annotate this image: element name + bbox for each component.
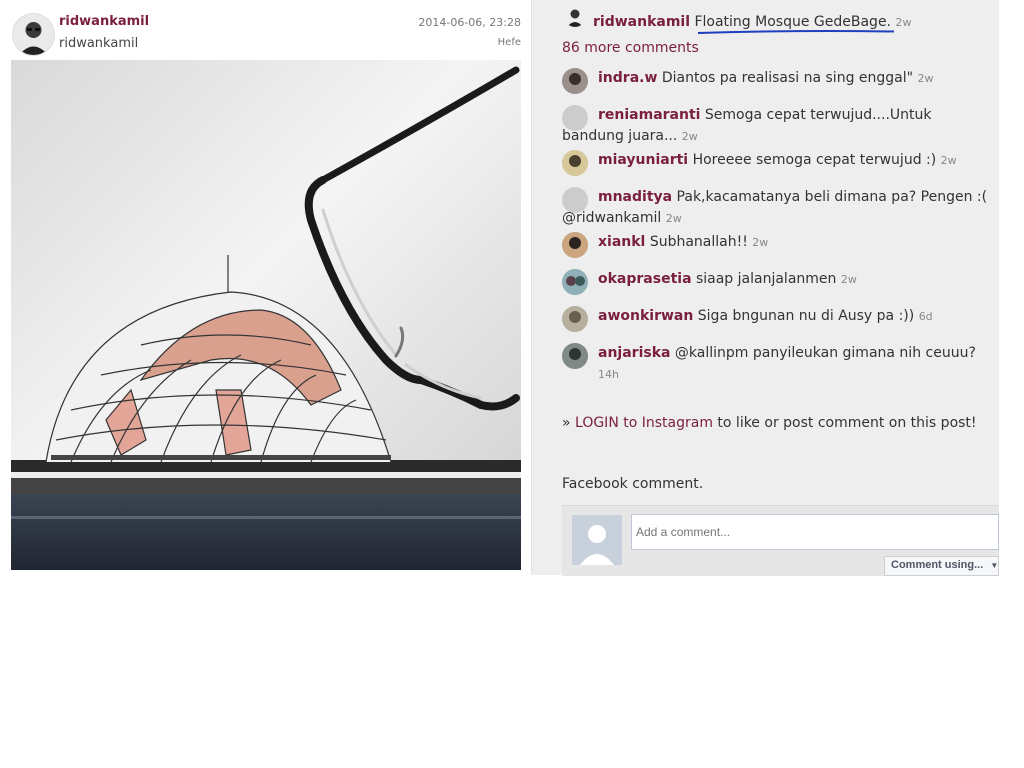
comment-using-label: Comment using... xyxy=(891,559,984,571)
comment-item: reniamaranti Semoga cepat terwujud....Un… xyxy=(562,105,994,147)
comment-time: 2w xyxy=(665,212,682,225)
comment-text: @kallinpm panyileukan gimana nih ceuuu? xyxy=(674,345,976,361)
avatar-icon xyxy=(13,14,54,55)
mosque-sketch-photo xyxy=(11,60,521,570)
login-suffix: to like or post comment on this post! xyxy=(712,415,977,431)
commenter-avatar[interactable] xyxy=(562,343,588,369)
post-date: 2014-06-06, 23:28 xyxy=(418,16,521,29)
comment-text: Siga bngunan nu di Ausy pa :)) xyxy=(697,308,915,324)
comment-item: xiankl Subhanallah!! 2w xyxy=(562,232,994,266)
commenter-avatar[interactable] xyxy=(562,187,588,213)
facebook-avatar xyxy=(572,515,622,565)
post-filter: Hefe xyxy=(497,37,521,48)
comment-username[interactable]: indra.w xyxy=(598,70,657,86)
login-prefix: » xyxy=(562,415,576,431)
caption-text: Floating Mosque GedeBage. xyxy=(694,14,892,30)
caption-line: ridwankamil Floating Mosque GedeBage. 2w xyxy=(593,14,911,30)
commenter-avatar[interactable] xyxy=(562,232,588,258)
comment-username[interactable]: mnaditya xyxy=(598,189,672,205)
comment-item: awonkirwan Siga bngunan nu di Ausy pa :)… xyxy=(562,306,994,340)
comment-time: 2w xyxy=(840,273,857,286)
comment-text: Diantos pa realisasi na sing enggal" xyxy=(661,70,914,86)
post-subname: ridwankamil xyxy=(59,36,139,51)
default-user-icon xyxy=(572,515,622,565)
comment-time: 14h xyxy=(598,368,619,381)
comment-username[interactable]: xiankl xyxy=(598,234,645,250)
avatar-icon xyxy=(562,150,588,176)
facebook-comment-heading: Facebook comment. xyxy=(562,476,704,492)
commenter-avatar[interactable] xyxy=(562,105,588,131)
comment-item: okaprasetia siaap jalanjalanmen 2w xyxy=(562,269,994,303)
comment-text: Horeeee semoga cepat terwujud :) xyxy=(692,152,937,168)
comment-username[interactable]: miayuniarti xyxy=(598,152,688,168)
comment-item: mnaditya Pak,kacamatanya beli dimana pa?… xyxy=(562,187,994,229)
facebook-comment-box: Comment using... ▼ xyxy=(562,505,999,576)
avatar-icon xyxy=(562,269,588,295)
avatar-icon xyxy=(562,232,588,258)
caption-username[interactable]: ridwankamil xyxy=(593,14,690,30)
commenter-avatar[interactable] xyxy=(562,150,588,176)
avatar-icon xyxy=(562,306,588,332)
avatar-icon xyxy=(562,343,588,369)
caption-time: 2w xyxy=(895,16,912,29)
comment-time: 2w xyxy=(917,72,934,85)
post-card: ridwankamil ridwankamil 2014-06-06, 23:2… xyxy=(0,0,532,575)
comment-text: Subhanallah!! xyxy=(649,234,748,250)
comment-item: miayuniarti Horeeee semoga cepat terwuju… xyxy=(562,150,994,184)
comment-username[interactable]: anjariska xyxy=(598,345,670,361)
user-avatar[interactable] xyxy=(12,13,55,56)
comment-time: 2w xyxy=(752,236,769,249)
more-comments-link[interactable]: 86 more comments xyxy=(562,40,699,56)
caption-underline-mark xyxy=(697,30,895,34)
comment-time: 2w xyxy=(681,130,698,143)
dropdown-arrow-icon: ▼ xyxy=(990,561,999,570)
commenter-avatar[interactable] xyxy=(562,306,588,332)
commenter-avatar[interactable] xyxy=(562,68,588,94)
avatar-icon xyxy=(564,5,586,27)
comment-username[interactable]: awonkirwan xyxy=(598,308,693,324)
commenter-avatar[interactable] xyxy=(562,269,588,295)
post-photo[interactable] xyxy=(11,60,521,570)
comment-list: indra.w Diantos pa realisasi na sing eng… xyxy=(562,68,994,385)
post-username[interactable]: ridwankamil xyxy=(59,14,149,29)
comment-item: indra.w Diantos pa realisasi na sing eng… xyxy=(562,68,994,102)
comment-item: anjariska @kallinpm panyileukan gimana n… xyxy=(562,343,994,385)
avatar-icon xyxy=(562,68,588,94)
login-link[interactable]: LOGIN to Instagram xyxy=(575,415,713,431)
comment-using-button[interactable]: Comment using... ▼ xyxy=(884,556,999,576)
comment-username[interactable]: reniamaranti xyxy=(598,107,700,123)
comment-time: 6d xyxy=(918,310,933,323)
facebook-comment-input[interactable] xyxy=(631,514,999,550)
login-prompt: » LOGIN to Instagram to like or post com… xyxy=(562,415,977,431)
comment-time: 2w xyxy=(940,154,957,167)
caption-avatar[interactable] xyxy=(564,5,586,27)
comment-text: siaap jalanjalanmen xyxy=(695,271,837,287)
comment-username[interactable]: okaprasetia xyxy=(598,271,692,287)
